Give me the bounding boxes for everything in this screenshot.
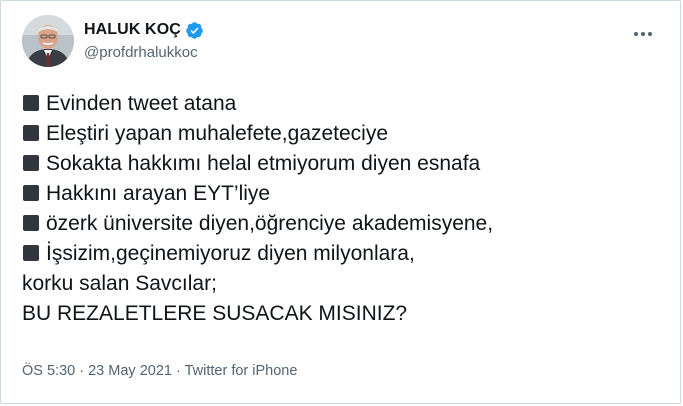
tweet-meta: ÖS 5:30 · 23 May 2021 · Twitter for iPho…: [22, 363, 297, 379]
tweet-line-text: özerk üniversite diyen,öğrenciye akademi…: [46, 212, 494, 235]
tweet-line-text: Evinden tweet atana: [46, 92, 237, 115]
black-medium-square-icon: [23, 155, 39, 171]
tweet-line: Sokakta hakkımı helal etmiyorum diyen es…: [22, 149, 668, 179]
tweet-timestamp-link[interactable]: ÖS 5:30 · 23 May 2021: [22, 363, 172, 379]
tweet-line-text: Hakkını arayan EYT’liye: [46, 182, 271, 205]
tweet-line: korku salan Savcılar;: [22, 269, 668, 299]
tweet-line: Hakkını arayan EYT’liye: [22, 179, 668, 209]
tweet-time: ÖS 5:30: [22, 363, 76, 379]
tweet-line: BU REZALETLERE SUSACAK MISINIZ?: [22, 299, 668, 329]
more-dot: [648, 32, 652, 36]
tweet-line: özerk üniversite diyen,öğrenciye akademi…: [22, 209, 668, 239]
display-name-row: HALUK KOÇ: [84, 19, 204, 41]
tweet-line-text: korku salan Savcılar;: [22, 272, 217, 295]
tweet-line-text: BU REZALETLERE SUSACAK MISINIZ?: [22, 302, 408, 325]
tweet-card: HALUK KOÇ @profdrhalukkoc Evinden tweet …: [0, 0, 681, 404]
black-medium-square-icon: [23, 245, 39, 261]
avatar-image: [22, 15, 74, 67]
tweet-line: Evinden tweet atana: [22, 89, 668, 119]
tweet-line-text: Sokakta hakkımı helal etmiyorum diyen es…: [46, 152, 481, 175]
tweet-header: HALUK KOÇ @profdrhalukkoc: [22, 15, 668, 71]
more-horizontal-icon[interactable]: [628, 19, 658, 49]
tweet-source-link[interactable]: Twitter for iPhone: [185, 363, 298, 379]
tweet-line-text: Eleştiri yapan muhalefete,gazeteciye: [46, 122, 389, 145]
tweet-line-text: İşsizim,geçinemiyoruz diyen milyonlara,: [46, 242, 415, 265]
more-dot: [634, 32, 638, 36]
author-handle[interactable]: @profdrhalukkoc: [84, 44, 204, 61]
meta-separator: ·: [79, 363, 85, 379]
tweet-line: İşsizim,geçinemiyoruz diyen milyonlara,: [22, 239, 668, 269]
tweet-line: Eleştiri yapan muhalefete,gazeteciye: [22, 119, 668, 149]
black-medium-square-icon: [23, 185, 39, 201]
black-medium-square-icon: [23, 125, 39, 141]
avatar[interactable]: [22, 15, 74, 67]
tweet-date: 23 May 2021: [88, 363, 172, 379]
meta-separator: ·: [175, 363, 181, 379]
more-dot: [641, 32, 645, 36]
display-name[interactable]: HALUK KOÇ: [84, 21, 181, 39]
author-names: HALUK KOÇ @profdrhalukkoc: [84, 19, 204, 61]
black-medium-square-icon: [23, 215, 39, 231]
tweet-text: Evinden tweet atana Eleştiri yapan muhal…: [22, 89, 668, 329]
verified-badge-icon: [186, 21, 203, 39]
black-medium-square-icon: [23, 95, 39, 111]
